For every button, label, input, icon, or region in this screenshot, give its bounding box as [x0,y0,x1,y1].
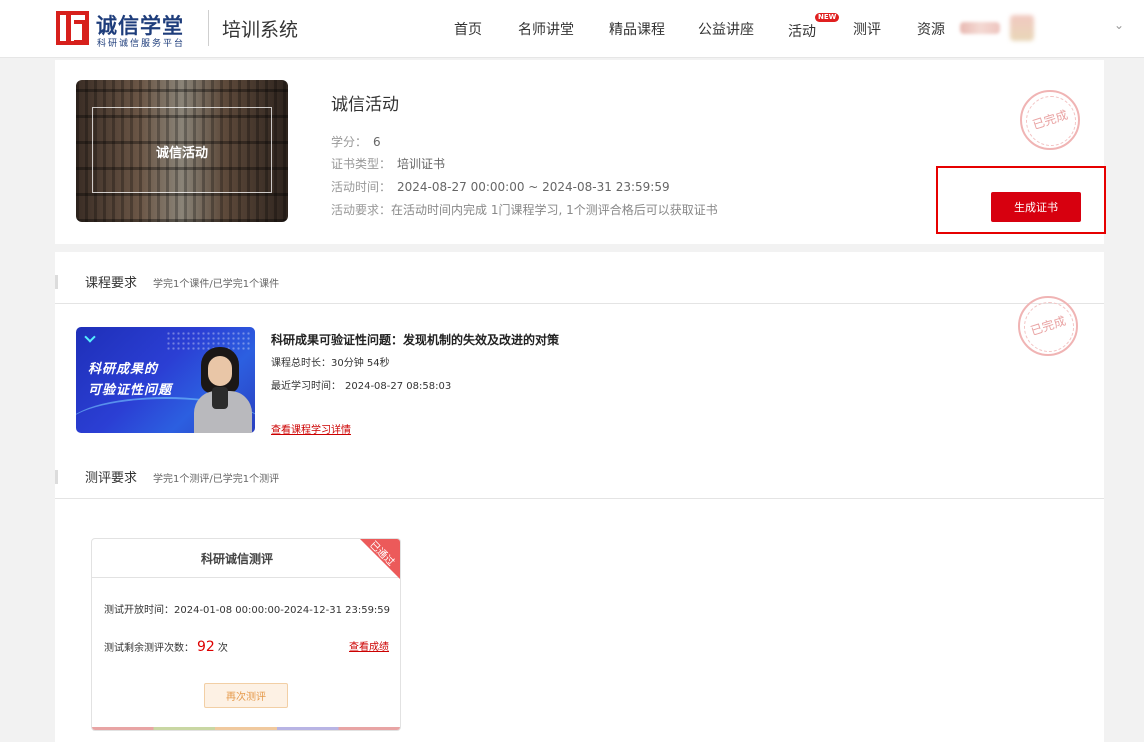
stamp-text: 已完成 [1030,107,1070,133]
cert-type-label: 证书类型： [331,157,392,171]
cert-type-value: 培训证书 [397,157,446,171]
last-study-value: 2024-08-27 08:58:03 [345,381,452,392]
credit-label: 学分： [331,135,368,149]
course-duration-row: 课程总时长：30分钟 54秒 [271,354,390,369]
section-marker [55,470,58,484]
activity-panel: 诚信活动 诚信活动 学分： 6 证书类型： 培训证书 活动时间： 2024-08-27… [55,60,1106,244]
remaining-count: 92 [197,639,215,655]
nav-activity[interactable]: 活动 [788,21,816,41]
top-header: 诚信学堂 科研诚信服务平台 培训系统 首页 名师讲堂 精品课程 公益讲座 活动 … [0,0,1144,58]
requirement-value: 在活动时间内完成 1门课程学习, 1个测评合格后可以获取证书 [391,203,718,217]
thumb-line-1: 科研成果的 [88,362,159,377]
section-divider [55,498,1104,499]
logo-subtitle: 科研诚信服务平台 [97,39,186,49]
stamp-text: 已完成 [1028,313,1068,339]
course-detail-link[interactable]: 查看课程学习详情 [271,421,351,436]
requirements-panel: 课程要求 学完1个课件/已学完1个课件 已完成 科研成果的 可验证性问题 科研成… [55,252,1104,742]
lecturer-photo [194,347,252,433]
new-badge: NEW [815,13,840,22]
duration-value: 30分钟 54秒 [331,358,390,369]
nav-courses[interactable]: 精品课程 [609,19,665,39]
open-time-label: 测试开放时间： [104,605,174,616]
cert-type-row: 证书类型： 培训证书 [331,155,445,172]
eval-card-header: 科研诚信测评 [92,539,400,578]
course-section-title: 课程要求 [85,276,138,291]
course-section-subtitle: 学完1个课件/已学完1个课件 [153,279,280,290]
eval-card: 科研诚信测评 已通过 测试开放时间：2024-01-08 00:00:00-20… [91,538,401,731]
open-time-row: 测试开放时间：2024-01-08 00:00:00-2024-12-31 23… [104,601,390,616]
check-icon [84,331,96,343]
view-result-link[interactable]: 查看成绩 [349,638,389,653]
nav-evaluation[interactable]: 测评 [853,19,881,39]
credit-row: 学分： 6 [331,133,381,150]
completed-stamp: 已完成 [1020,90,1080,150]
remaining-row: 测试剩余测评次数： 92 次 [104,639,228,655]
system-name: 培训系统 [222,19,299,41]
logo-icon[interactable] [56,11,89,45]
nav-resources[interactable]: 资源 [917,19,945,39]
credit-value: 6 [373,135,381,149]
course-last-study-row: 最近学习时间： 2024-08-27 08:58:03 [271,377,451,392]
duration-label: 课程总时长： [271,358,331,369]
nav-masters[interactable]: 名师讲堂 [518,19,574,39]
time-label: 活动时间： [331,180,392,194]
activity-title: 诚信活动 [331,95,399,115]
last-study-label: 最近学习时间： [271,381,341,392]
course-completed-stamp: 已完成 [1018,296,1078,356]
eval-card-title: 科研诚信测评 [200,552,273,566]
activity-cover: 诚信活动 [76,80,288,222]
eval-section-title: 测评要求 [85,471,138,486]
open-time-value: 2024-01-08 00:00:00-2024-12-31 23:59:59 [174,605,391,616]
user-name[interactable] [960,22,1000,34]
requirement-row: 活动要求：在活动时间内完成 1门课程学习, 1个测评合格后可以获取证书 [331,201,718,218]
nav-lectures[interactable]: 公益讲座 [698,19,754,39]
remaining-label: 测试剩余测评次数： [104,643,194,654]
course-thumbnail[interactable]: 科研成果的 可验证性问题 [76,327,255,433]
eval-section-subtitle: 学完1个测评/已学完1个测评 [153,474,280,485]
avatar[interactable] [1010,15,1034,41]
thumb-line-2: 可验证性问题 [88,383,173,398]
retake-eval-button[interactable]: 再次测评 [204,683,288,708]
generate-certificate-button[interactable]: 生成证书 [991,192,1081,222]
card-color-bar [92,727,400,730]
chevron-down-icon[interactable]: ⌄ [1114,18,1124,32]
time-value: 2024-08-27 00:00:00 ~ 2024-08-31 23:59:5… [397,180,670,194]
logo-divider [208,10,209,46]
nav-home[interactable]: 首页 [454,19,482,39]
requirement-label: 活动要求： [331,203,392,217]
course-title[interactable]: 科研成果可验证性问题：发现机制的失效及改进的对策 [271,331,559,348]
cover-text: 诚信活动 [155,146,208,161]
section-divider [55,303,1104,304]
time-row: 活动时间： 2024-08-27 00:00:00 ~ 2024-08-31 23… [331,178,670,195]
remaining-unit: 次 [217,643,228,654]
section-marker [55,275,58,289]
